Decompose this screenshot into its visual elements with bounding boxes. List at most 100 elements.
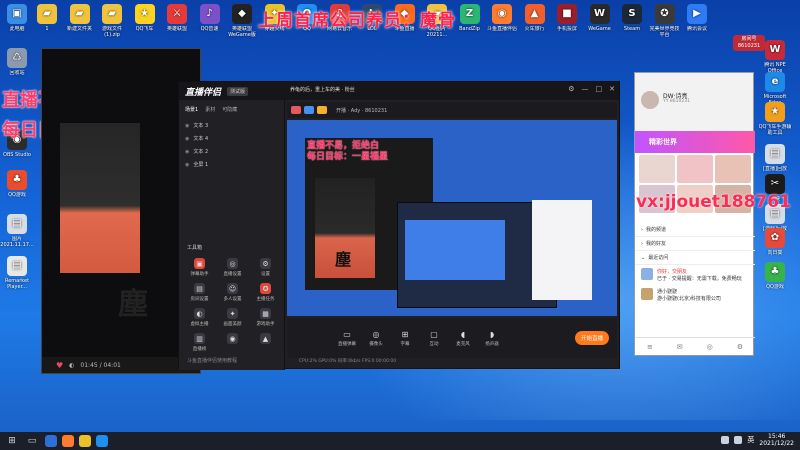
tool-button[interactable]: ◐ 虚拟主播 [183, 308, 216, 327]
desktop-icon[interactable]: ◉ 斗鱼直播伴侣 [485, 4, 519, 38]
control-button[interactable]: ◖ 麦克风 [453, 330, 473, 347]
taskbar-app-icon[interactable] [96, 435, 108, 447]
heart-icon[interactable]: ♥ [56, 361, 63, 370]
tool-button[interactable]: ▦ 游戏助手 [249, 308, 282, 327]
control-button[interactable]: ◎ 摄像头 [366, 330, 386, 347]
desktop-icon[interactable]: ▤ Remarket Player... [0, 256, 34, 290]
desktop-icon[interactable]: eMicrosoft Edge [758, 72, 792, 106]
taskbar-app-icon[interactable] [45, 435, 57, 447]
video-player-window[interactable]: 塵 ♥ ◐ 01:45 / 04:01 [41, 48, 201, 374]
tool-button[interactable]: ▣ 弹幕助手 [183, 258, 216, 277]
desktop-icon[interactable]: ♪ QQ音速 [193, 4, 227, 38]
player-controls[interactable]: ♥ ◐ 01:45 / 04:01 [42, 357, 200, 373]
tutorial-link[interactable]: 斗鱼直播伴侣使用教程 [187, 357, 237, 364]
control-button[interactable]: ◗ 扬声器 [482, 330, 502, 347]
thumbnail[interactable] [677, 155, 713, 183]
chat-banner[interactable]: 精彩世界 [635, 131, 755, 153]
scene-item-label: 文本 4 [193, 136, 209, 142]
tool-button[interactable]: ▥ 直播榜 [183, 333, 216, 352]
desktop-icon[interactable]: W WeGame [583, 4, 617, 38]
list-item[interactable]: › 我的频道 [635, 223, 755, 237]
desktop-icon[interactable]: ★ QQ飞车手游辅助工具 [758, 102, 792, 136]
control-button[interactable]: ▭ 直播弹幕 [337, 330, 357, 347]
close-icon[interactable]: ✕ [609, 85, 615, 93]
desktop-icon[interactable]: ▰ 新建文件夹 [63, 4, 97, 38]
desktop-icon[interactable]: ▶ 腾讯会议 [680, 4, 714, 38]
eye-icon[interactable]: ◉ [185, 136, 189, 142]
app-icon: ♣ [7, 170, 27, 190]
volume-icon[interactable] [734, 436, 743, 444]
scene-item[interactable]: ◉ 文本 3 [179, 119, 284, 132]
desktop-icon[interactable]: ▤ 图片 2021.11.17... [0, 214, 34, 248]
desktop-icon-label: 火车旅行 [524, 26, 545, 32]
desktop-icon[interactable]: ▤ [直播]回放 [758, 144, 792, 178]
yy-chat-window[interactable]: DW·诗亮 YY 8610231 精彩世界 › 我的频道 › 我的好友 ⌄ 最近访问 … [634, 72, 755, 356]
avatar[interactable] [641, 91, 659, 109]
tab-hideable[interactable]: 可隐藏 [222, 106, 237, 113]
clock[interactable]: 15:46 2021/12/22 [759, 433, 794, 447]
list-item[interactable]: ⌄ 最近访问 [635, 251, 755, 265]
desktop-icon[interactable]: ▰ 1 [30, 4, 64, 38]
maximize-icon[interactable]: □ [596, 85, 603, 93]
desktop-icon[interactable]: ♺ 回收站 [0, 48, 34, 82]
taskbar-app-icon[interactable] [62, 435, 74, 447]
network-icon[interactable] [721, 436, 730, 444]
taskbar-app-icon[interactable] [79, 435, 91, 447]
thumbnail[interactable] [639, 155, 675, 183]
volume-icon[interactable]: ◐ [69, 362, 74, 369]
desktop-icon[interactable]: ▰ 游戏文件 (1).zip [95, 4, 129, 38]
stream-preview[interactable]: 直播不易，拒绝白 每日目标：一星福星 塵 [287, 120, 617, 316]
desktop-icon[interactable]: ◆ 英雄联盟WeGame版 [225, 4, 259, 38]
desktop-icon[interactable]: ★ QQ飞车 [128, 4, 162, 38]
scene-item[interactable]: ◉ 文本 2 [179, 145, 284, 158]
input-language[interactable]: 英 [747, 435, 754, 445]
app-icon: ▰ [69, 4, 90, 24]
scene-item[interactable]: ◉ 全屏 1 [179, 158, 284, 171]
eye-icon[interactable]: ◉ [185, 123, 189, 129]
scene-item[interactable]: ◉ 文本 4 [179, 132, 284, 145]
control-button[interactable]: ⊞ 字幕 [395, 330, 415, 347]
settings-icon[interactable]: ⚙ [737, 343, 743, 351]
desktop-icon[interactable]: Z BandZip [453, 4, 487, 38]
tool-button[interactable]: ▲ [249, 333, 282, 352]
streaming-app-window[interactable]: 直播伴侣 测试版 养龟的后，重上车的美 · 粉丝 ⚙ — □ ✕ 场景1 素材 … [178, 81, 620, 370]
tool-button[interactable]: ✦ 画面美颜 [216, 308, 249, 327]
toolbar-chip[interactable] [304, 106, 314, 114]
chat-message[interactable]: 你好，交朋友 已于 · 交易提醒：无需下载，免费畅玩 [635, 265, 755, 285]
chat-message[interactable]: 通小骁骁 游小骁骁(北京)科技有限公司 [635, 285, 755, 305]
start-button[interactable]: ⊞ [4, 434, 20, 448]
eye-icon[interactable]: ◉ [185, 149, 189, 155]
task-view-icon[interactable]: ▭ [24, 434, 40, 448]
toolbar-chip[interactable] [291, 106, 301, 114]
tool-button[interactable]: ◉ [216, 333, 249, 352]
preview-toolbar: 开播 · Ady · 8610231 [287, 102, 617, 118]
game-icon[interactable]: ◎ [707, 343, 713, 351]
list-item[interactable]: › 我的好友 [635, 237, 755, 251]
chat-icon[interactable]: ✉ [677, 343, 683, 351]
desktop-icon[interactable]: S Steam [615, 4, 649, 38]
desktop-icon[interactable]: ▣ 此电脑 [0, 4, 34, 38]
tab-scene[interactable]: 场景1 [185, 106, 198, 113]
desktop-icon[interactable]: ♣ QQ游戏 [758, 262, 792, 296]
eye-icon[interactable]: ◉ [185, 162, 189, 168]
tool-button[interactable]: ☺ 多人设置 [216, 283, 249, 302]
desktop-icon[interactable]: ✪ 完美世界竞技平台 [648, 4, 682, 38]
desktop-icon[interactable]: ✿ 向日葵 [758, 228, 792, 262]
menu-icon[interactable]: ≡ [647, 343, 653, 351]
tool-button[interactable]: ◎ 直播设置 [216, 258, 249, 277]
settings-icon[interactable]: ⚙ [568, 85, 574, 93]
tab-material[interactable]: 素材 [205, 106, 215, 113]
desktop-icon[interactable]: ■ 手机投屏 [550, 4, 584, 38]
tool-button[interactable]: ✪ 主播任务 [249, 283, 282, 302]
desktop-icon[interactable]: ♣ QQ游戏 [0, 170, 34, 204]
tool-button[interactable]: ⚙ 设置 [249, 258, 282, 277]
thumbnail[interactable] [715, 155, 751, 183]
start-live-button[interactable]: 开始直播 [574, 331, 609, 345]
toolbar-chip[interactable] [317, 106, 327, 114]
desktop-icon[interactable]: ▲ 火车旅行 [518, 4, 552, 38]
app-icon: ▤ [7, 214, 27, 234]
minimize-icon[interactable]: — [582, 85, 589, 93]
tool-button[interactable]: ▤ 房间设置 [183, 283, 216, 302]
control-button[interactable]: ▢ 互动 [424, 330, 444, 347]
desktop-icon[interactable]: ⚔ 英雄联盟 [160, 4, 194, 38]
